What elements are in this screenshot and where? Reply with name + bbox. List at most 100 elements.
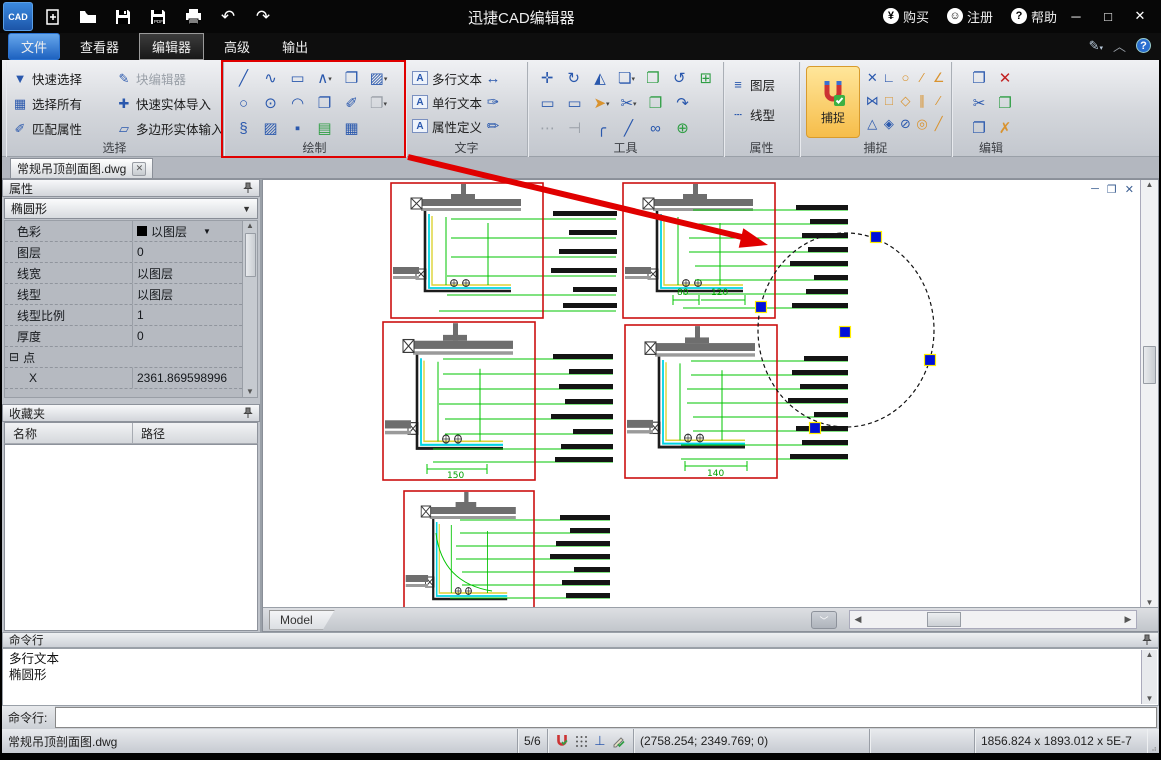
boundary-icon[interactable]: ▨▾	[365, 67, 392, 91]
grip-right[interactable]	[925, 355, 936, 366]
mirror-icon[interactable]: ◭	[587, 67, 613, 91]
ribbon-help-icon[interactable]: ?	[1136, 38, 1151, 53]
block-editor-button[interactable]: ✎块编辑器	[116, 66, 224, 90]
resize-grip[interactable]: ⣠	[1147, 729, 1159, 753]
grid-status-icon[interactable]	[573, 735, 590, 748]
command-input[interactable]	[55, 707, 1157, 728]
scroll-down-icon[interactable]: ▼	[1142, 694, 1157, 703]
fillet-icon[interactable]: ╭	[588, 117, 615, 141]
property-row[interactable]: 线型 以图层	[5, 284, 257, 305]
close-icon[interactable]: ✕	[1127, 5, 1153, 27]
grip-top[interactable]	[871, 232, 882, 243]
scroll-up-icon[interactable]: ▲	[1142, 650, 1157, 659]
property-row-x[interactable]: X 2361.869598996	[5, 368, 257, 389]
grip-bottom[interactable]	[810, 423, 821, 434]
angle-snap-icon[interactable]: ∠	[930, 66, 947, 89]
copy-entities-icon[interactable]: ❐	[640, 67, 666, 91]
region-icon[interactable]: ❐▾	[365, 92, 392, 116]
paste-icon[interactable]: ❐	[992, 92, 1018, 116]
doc-close-icon[interactable]: ✕	[1125, 183, 1134, 196]
tangent-snap-icon[interactable]: ∕	[914, 66, 931, 89]
chamfer-icon[interactable]: ╱	[615, 117, 642, 141]
single-text-button[interactable]: A单行文本	[412, 90, 482, 114]
scroll-left-icon[interactable]: ◀	[850, 614, 866, 625]
new-file-icon[interactable]	[38, 4, 68, 30]
sketch-pen-icon[interactable]: ✐	[338, 92, 365, 116]
collapse-box-icon[interactable]: ⊟	[9, 350, 19, 364]
break-icon[interactable]: ⋯	[534, 117, 561, 141]
ellipse-icon[interactable]: ⊙	[257, 92, 284, 116]
spline-icon[interactable]: §	[230, 117, 257, 141]
favorites-col-name[interactable]: 名称	[5, 423, 133, 443]
scroll-right-icon[interactable]: ▶	[1120, 614, 1136, 625]
intersection-snap-icon[interactable]: ✕	[864, 66, 881, 89]
object-type-select[interactable]: 椭圆形 ▼	[4, 198, 258, 219]
new-viewport-icon[interactable]: ▭	[534, 92, 561, 116]
pick-point-icon[interactable]: ➤▾	[588, 92, 615, 116]
table-icon[interactable]: ▦	[338, 117, 365, 141]
detail-drawing-1[interactable]	[391, 183, 617, 318]
property-row[interactable]: 图层 0	[5, 242, 257, 263]
arc-icon[interactable]: ◠	[284, 92, 311, 116]
minimize-icon[interactable]: ─	[1063, 5, 1089, 27]
drawing-canvas[interactable]: ─ ❐ ✕	[262, 179, 1159, 632]
midpoint-snap-icon[interactable]: △	[864, 112, 881, 135]
move-icon[interactable]: ✛	[534, 67, 560, 91]
detail-drawing-2[interactable]: 80 120	[623, 183, 848, 318]
parallel-snap-icon[interactable]: ∥	[914, 89, 931, 112]
model-tab[interactable]: Model	[269, 610, 335, 630]
detail-drawing-3[interactable]: 150	[383, 322, 613, 481]
insert-block-icon[interactable]: ❐	[338, 67, 365, 91]
circle-icon[interactable]: ○	[230, 92, 257, 116]
layers-button[interactable]: ≡图层	[730, 72, 795, 96]
scroll-down-icon[interactable]: ▼	[243, 387, 257, 396]
overlap-circles-icon[interactable]: ∞	[642, 117, 669, 141]
rotate-copy-icon[interactable]: ↺	[666, 67, 692, 91]
copy-draw-icon[interactable]: ❐	[311, 92, 338, 116]
favorites-list[interactable]	[4, 444, 258, 631]
osnap-pen-status-icon[interactable]	[610, 734, 627, 748]
tab-viewer[interactable]: 查看器	[68, 34, 131, 59]
layout-list-dropdown[interactable]: ﹀	[811, 611, 837, 629]
property-row[interactable]: 厚度 0	[5, 326, 257, 347]
polyline-icon[interactable]: ∧▾	[311, 67, 338, 91]
close-document-icon[interactable]: ✕	[132, 162, 146, 176]
tab-file[interactable]: 文件	[8, 33, 60, 60]
doc-minimize-icon[interactable]: ─	[1091, 183, 1099, 196]
edit-text-icon[interactable]: ✑	[482, 90, 504, 114]
detail-drawing-5[interactable]	[404, 491, 610, 608]
image-icon[interactable]: ▤	[311, 117, 338, 141]
join-icon[interactable]: ⊣	[561, 117, 588, 141]
copy-icon[interactable]: ❐	[966, 67, 992, 91]
purge-icon[interactable]: ✗	[992, 117, 1018, 141]
add-selected-icon[interactable]: ⊕	[669, 117, 696, 141]
tab-output[interactable]: 输出	[270, 34, 320, 59]
detail-drawing-4[interactable]: 140	[625, 325, 848, 479]
duplicate-icon[interactable]: ❐	[966, 117, 992, 141]
snap-status-icon[interactable]	[554, 734, 571, 748]
apparent-intersection-snap-icon[interactable]: ⋈	[864, 89, 881, 112]
ortho-status-icon[interactable]: ⊥	[592, 733, 609, 749]
print-icon[interactable]	[178, 4, 208, 30]
property-grid-scrollbar[interactable]: ▲ ▼	[242, 221, 257, 397]
property-row-color[interactable]: 色彩 以图层▼	[5, 221, 257, 242]
canvas-vertical-scrollbar[interactable]: ▲ ▼	[1140, 180, 1158, 608]
edit-attribute-icon[interactable]: ✏	[482, 114, 504, 138]
paste-block-icon[interactable]: ↷	[669, 92, 696, 116]
insertion-snap-icon[interactable]: ◈	[881, 112, 898, 135]
named-view-icon[interactable]: ▭	[561, 92, 588, 116]
collapse-ribbon-icon[interactable]: ︿	[1113, 36, 1126, 55]
delete-icon[interactable]: ✕	[992, 67, 1018, 91]
favorites-col-path[interactable]: 路径	[133, 425, 165, 442]
attribute-definition-button[interactable]: A属性定义	[412, 114, 482, 138]
polygon-entity-input-button[interactable]: ▱多边形实体输入	[116, 116, 224, 140]
cad-drawing-view[interactable]: 80 120 150	[263, 180, 1144, 608]
match-properties-button[interactable]: ✐匹配属性	[12, 116, 116, 140]
text-align-icon[interactable]: ↔	[482, 66, 504, 90]
rectangle-icon[interactable]: ▭	[284, 67, 311, 91]
trim-icon[interactable]: ✂▾	[615, 92, 642, 116]
register-button[interactable]: ☺注册	[947, 7, 993, 26]
command-history-scrollbar[interactable]: ▲ ▼	[1141, 650, 1157, 704]
endpoint-snap-icon[interactable]: □	[881, 89, 898, 112]
pin-icon[interactable]	[243, 407, 253, 419]
